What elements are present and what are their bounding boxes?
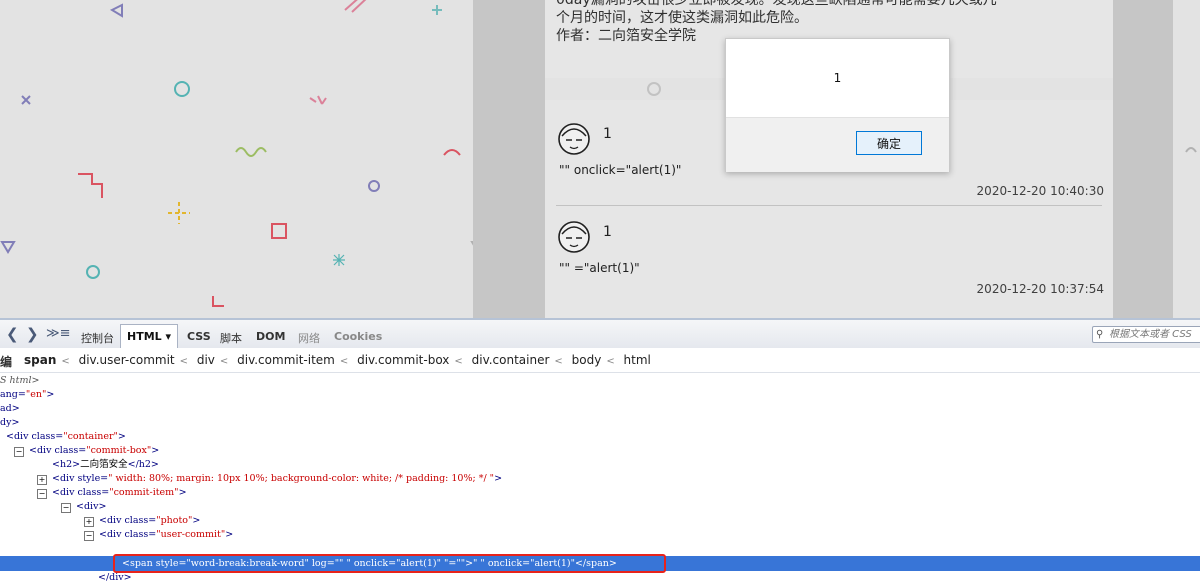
html-tree: S html> ang="en"> ad> dy> <div class="co… [0,374,1200,585]
content-gutter-left [473,0,545,318]
comment-author: 1 [603,224,612,240]
tree-node[interactable]: ang="en"> [0,388,54,402]
tree-node[interactable]: − <div class="commit-item"> [37,486,187,500]
back-icon[interactable]: ❮ [6,325,19,343]
browser-page: 0day漏洞的攻击很少立即被发现。发现这些缺陷通常可能需要几天或几 个月的时间，… [0,0,1200,318]
comment-text: "" onclick="alert(1)" [559,163,682,177]
alert-ok-button[interactable]: 确定 [856,131,922,155]
breadcrumb-item[interactable]: html [624,353,651,367]
comment-author: 1 [603,126,612,142]
tab-cookies[interactable]: Cookies [334,330,382,343]
breadcrumb-item[interactable]: span [24,353,56,367]
collapse-toggle-icon[interactable]: − [61,503,71,513]
search-icon: ⚲ [1096,329,1104,340]
tab-css[interactable]: CSS [187,330,211,343]
search-placeholder: 根据文本或者 CSS [1109,329,1192,340]
avatar [558,123,590,155]
breadcrumb-separator-icon: < [179,356,189,367]
breadcrumb-item[interactable]: div.commit-item [237,353,335,367]
tree-node[interactable]: S html> [0,374,39,388]
tree-node[interactable]: − <div> [61,500,106,514]
comment-timestamp: 2020-12-20 10:37:54 [976,282,1104,296]
comment-text: "" ="alert(1)" [559,261,640,275]
tab-console[interactable]: 控制台 [81,330,114,346]
alert-footer: 确定 [726,117,949,172]
collapse-toggle-icon[interactable]: − [14,447,24,457]
tab-script[interactable]: 脚本 [220,330,242,346]
expand-toggle-icon[interactable]: + [84,517,94,527]
breadcrumb-separator-icon: < [454,356,463,367]
breadcrumb-separator-icon: < [606,356,615,367]
alert-dialog: 1 确定 [725,38,950,172]
breadcrumb: 编 span < div.user-commit < div < div.commit… [0,348,1200,373]
breadcrumb-separator-icon: < [339,356,349,367]
tree-node[interactable]: + <div style=" width: 80%; margin: 10px 1… [37,472,502,486]
tab-dom[interactable]: DOM [256,330,285,343]
tree-node[interactable]: <h2>二向箔安全</h2> [52,458,159,472]
breadcrumb-item[interactable]: body [572,353,602,367]
collapse-toggle-icon[interactable]: − [84,531,94,541]
devtools-search-input[interactable]: ⚲ 根据文本或者 CSS [1092,326,1200,343]
tree-node[interactable]: + <div class="photo"> [84,514,200,528]
breadcrumb-item[interactable]: div.user-commit [79,353,175,367]
edit-button[interactable]: 编 [0,353,12,370]
avatar [558,221,590,253]
tree-node[interactable]: <div class="container"> [6,430,126,444]
red-highlight-box [113,554,666,573]
collapse-toggle-icon[interactable]: − [37,489,47,499]
tree-node[interactable]: ad> [0,402,20,416]
breadcrumb-items: span < div.user-commit < div < div.commit-i… [24,353,651,367]
command-line-icon[interactable]: ≫≡ [46,326,71,341]
content-gutter-right [1113,0,1173,318]
tree-node[interactable]: − <div class="user-commit"> [84,528,233,542]
breadcrumb-item[interactable]: div.commit-box [357,353,449,367]
article-line: 个月的时间，这才使这类漏洞如此危险。 [556,10,808,26]
article-line: 0day漏洞的攻击很少立即被发现。发现这些缺陷通常可能需要几天或几 [556,0,997,8]
tab-html[interactable]: HTML ▾ [120,324,178,348]
expand-toggle-icon[interactable]: + [37,475,47,485]
devtools-toolbar: ❮ ❯ ≫≡ 控制台 HTML ▾ CSS 脚本 DOM 网络 Cookies … [0,320,1200,349]
comment-divider [556,205,1102,206]
tab-network[interactable]: 网络 [298,330,320,346]
devtools-panel: ❮ ❯ ≫≡ 控制台 HTML ▾ CSS 脚本 DOM 网络 Cookies … [0,318,1200,585]
tree-node[interactable]: dy> [0,416,19,430]
comment-timestamp: 2020-12-20 10:40:30 [976,184,1104,198]
breadcrumb-item[interactable]: div [197,353,215,367]
breadcrumb-separator-icon: < [61,356,70,367]
breadcrumb-separator-icon: < [219,356,229,367]
forward-icon[interactable]: ❯ [26,325,39,343]
breadcrumb-separator-icon: < [554,356,563,367]
alert-message: 1 [833,71,842,85]
breadcrumb-item[interactable]: div.container [472,353,550,367]
tree-node[interactable]: − <div class="commit-box"> [14,444,159,458]
